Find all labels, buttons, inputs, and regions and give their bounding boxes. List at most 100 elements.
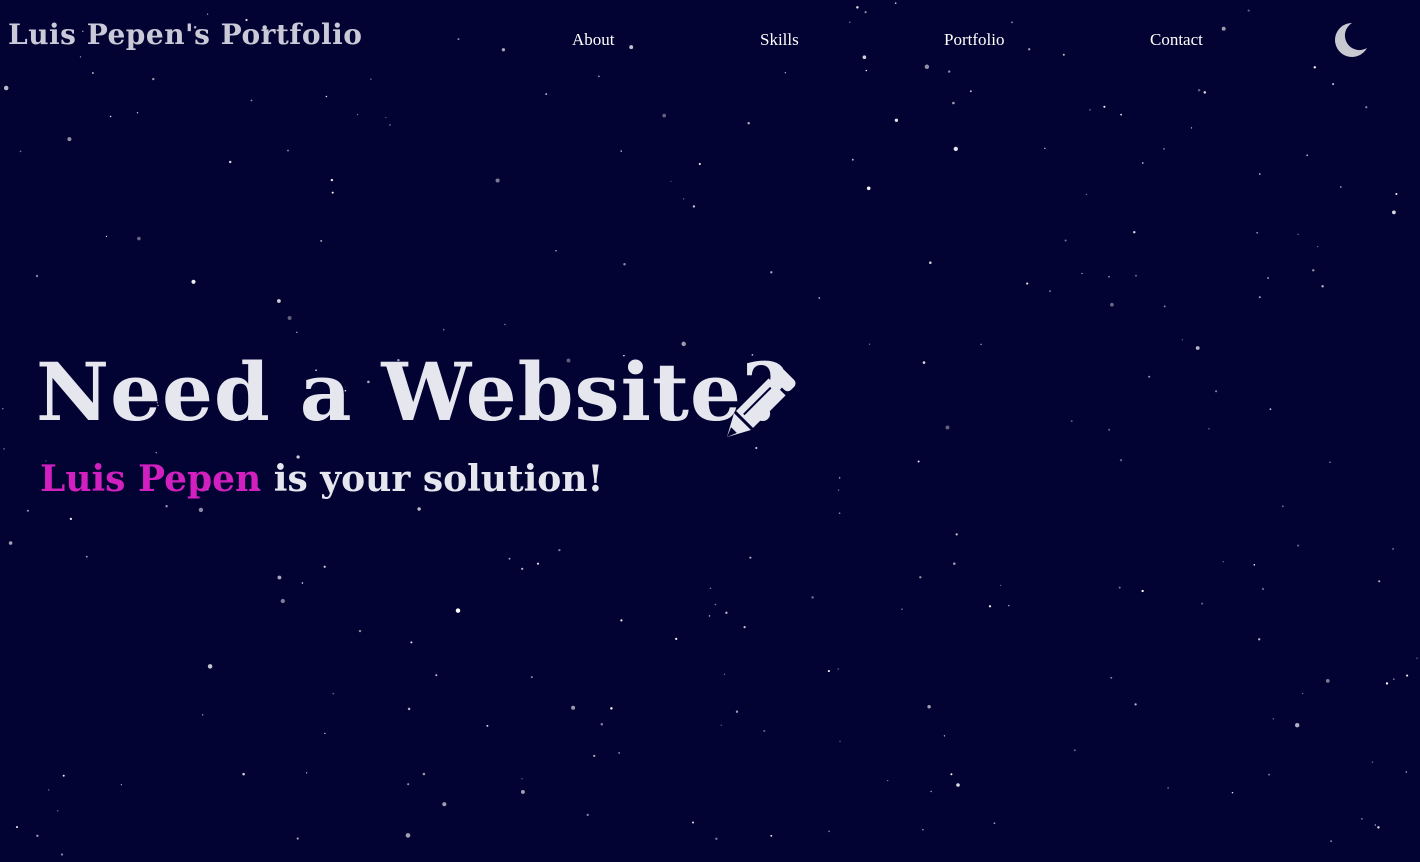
star bbox=[109, 115, 112, 118]
moon-icon[interactable] bbox=[1330, 20, 1370, 60]
star bbox=[19, 150, 22, 153]
star bbox=[407, 783, 410, 786]
star bbox=[620, 150, 622, 152]
star bbox=[137, 236, 141, 241]
star bbox=[950, 773, 953, 776]
star bbox=[558, 548, 561, 552]
star bbox=[818, 297, 821, 299]
star bbox=[715, 837, 718, 840]
star bbox=[828, 830, 830, 833]
star bbox=[725, 611, 728, 614]
star bbox=[770, 834, 773, 837]
star bbox=[837, 489, 840, 491]
star bbox=[277, 575, 282, 580]
star bbox=[1089, 109, 1091, 111]
nav-contact[interactable]: Contact bbox=[1150, 30, 1203, 50]
star bbox=[1392, 210, 1396, 215]
star bbox=[1118, 586, 1121, 589]
star bbox=[530, 676, 533, 679]
star bbox=[943, 735, 946, 737]
star bbox=[586, 813, 589, 817]
star bbox=[545, 93, 548, 96]
star bbox=[1301, 692, 1304, 695]
star bbox=[36, 834, 39, 837]
star bbox=[1385, 682, 1389, 685]
star bbox=[720, 724, 722, 726]
star bbox=[948, 70, 951, 73]
star bbox=[357, 114, 359, 116]
star bbox=[862, 55, 867, 59]
star bbox=[1215, 390, 1218, 393]
nav-skills[interactable]: Skills bbox=[760, 30, 799, 50]
star bbox=[1374, 824, 1376, 826]
star bbox=[610, 707, 613, 710]
star bbox=[1195, 346, 1200, 350]
star bbox=[1231, 791, 1234, 794]
star bbox=[698, 162, 701, 166]
star bbox=[407, 707, 411, 711]
star bbox=[1008, 604, 1010, 607]
nav-portfolio[interactable]: Portfolio bbox=[944, 30, 1004, 50]
star bbox=[593, 754, 596, 758]
star bbox=[323, 565, 326, 568]
star bbox=[811, 596, 814, 599]
star bbox=[763, 729, 766, 733]
star bbox=[442, 802, 447, 807]
star bbox=[287, 149, 289, 152]
star bbox=[922, 361, 926, 364]
star bbox=[1330, 840, 1332, 842]
star bbox=[1258, 296, 1261, 299]
star bbox=[1321, 285, 1324, 288]
star bbox=[1108, 428, 1111, 431]
nav-about[interactable]: About bbox=[572, 30, 615, 50]
star bbox=[620, 619, 623, 622]
star bbox=[1258, 638, 1261, 641]
star bbox=[1365, 106, 1368, 109]
star bbox=[1392, 678, 1395, 680]
star bbox=[1070, 420, 1073, 423]
star bbox=[1197, 89, 1201, 92]
star bbox=[1026, 282, 1029, 285]
star bbox=[1103, 105, 1106, 108]
star bbox=[324, 732, 326, 735]
star bbox=[618, 752, 620, 754]
star bbox=[296, 331, 298, 334]
star bbox=[692, 205, 696, 208]
site-brand[interactable]: Luis Pepen's Portfolio bbox=[8, 18, 362, 51]
star bbox=[955, 533, 958, 536]
star bbox=[922, 828, 924, 831]
star bbox=[851, 158, 854, 161]
star bbox=[929, 261, 932, 265]
star bbox=[504, 323, 506, 326]
star bbox=[1378, 580, 1381, 583]
star bbox=[1272, 718, 1275, 720]
star bbox=[723, 673, 726, 676]
star bbox=[927, 704, 931, 709]
star bbox=[1253, 564, 1256, 566]
star bbox=[683, 198, 685, 200]
star bbox=[1141, 589, 1144, 593]
star bbox=[320, 239, 323, 242]
star bbox=[1201, 602, 1204, 605]
star bbox=[1316, 245, 1319, 248]
star bbox=[988, 605, 992, 608]
star bbox=[600, 722, 604, 726]
star bbox=[1073, 749, 1076, 752]
star bbox=[1297, 233, 1299, 236]
star bbox=[198, 507, 204, 513]
star bbox=[1011, 21, 1013, 24]
star bbox=[1416, 657, 1418, 659]
star bbox=[536, 562, 540, 565]
star bbox=[714, 603, 717, 606]
star bbox=[623, 262, 626, 266]
star bbox=[1163, 148, 1165, 150]
star bbox=[1142, 162, 1144, 164]
star bbox=[894, 118, 899, 122]
star bbox=[735, 710, 739, 713]
star bbox=[120, 784, 123, 786]
star bbox=[1135, 274, 1137, 277]
star bbox=[442, 328, 445, 331]
star bbox=[837, 668, 839, 670]
star bbox=[422, 772, 426, 776]
star bbox=[749, 556, 752, 559]
